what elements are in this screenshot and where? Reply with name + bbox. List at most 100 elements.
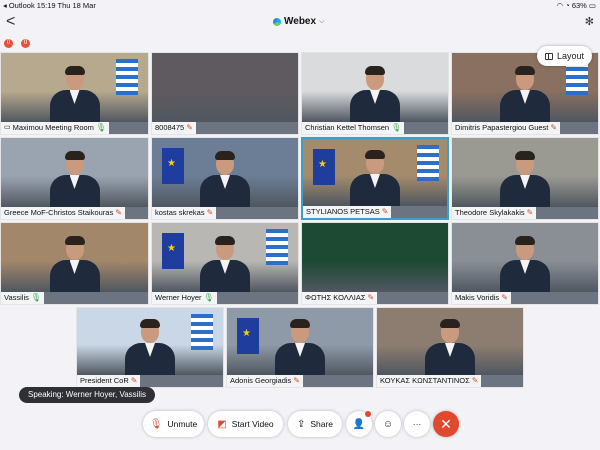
participant-video [423, 317, 477, 375]
end-call-button[interactable]: ✕ [433, 411, 459, 437]
participant-name: Christian Kettel Thomsen [305, 123, 390, 132]
notification-dot [365, 411, 371, 417]
battery-status: ◠ ◔ 63% ▭ [556, 1, 596, 10]
layout-grid-icon [544, 52, 553, 60]
eu-flag [162, 148, 184, 184]
participant-tile[interactable]: Theodore Skylakakis ✎ [451, 137, 599, 220]
participant-name: STYLIANOS PETSAS [306, 207, 380, 216]
participant-name-label: STYLIANOS PETSAS ✎ [303, 206, 392, 218]
unmute-button[interactable]: 🎙 Unmute [143, 411, 204, 437]
participant-name: Werner Hoyer [155, 293, 202, 302]
share-icon: ⇪ [296, 418, 306, 430]
webex-logo-icon [273, 17, 281, 26]
participant-video [198, 149, 252, 207]
participant-video [48, 64, 102, 122]
smiley-icon: ☺ [382, 418, 394, 430]
participant-name-label: Greece MoF-Christos Staikouras ✎ [1, 207, 125, 219]
mic-muted-icon: ✎ [293, 376, 300, 385]
eu-flag [162, 233, 184, 269]
participant-name: Greece MoF-Christos Staikouras [4, 208, 114, 217]
mic-muted-icon: ✎ [381, 207, 389, 216]
more-button[interactable]: ··· [404, 411, 430, 437]
participant-video [498, 234, 552, 292]
share-button[interactable]: ⇪ Share [288, 411, 342, 437]
mic-muted-icon: ✎ [206, 208, 214, 217]
start-video-button[interactable]: ◩ Start Video [208, 411, 283, 437]
status-left: ◂ Outlook 15:19 Thu 18 Mar [3, 1, 96, 10]
participant-name-label: ΚΟΥΚΑΣ ΚΩΝΣΤΑΝΤΙΝΟΣ ✎ [377, 375, 482, 387]
mic-muted-icon: ✎ [130, 376, 138, 385]
back-chevron-icon[interactable]: < [6, 13, 15, 31]
participant-tile[interactable]: kostas skrekas✎ [151, 137, 299, 220]
layout-label: Layout [556, 51, 585, 61]
top-bar: < Webex ⌵ ✻ [0, 11, 600, 35]
muted-mic-icon: 🎙 [149, 418, 163, 430]
unmute-label: Unmute [167, 419, 198, 429]
active-speaker-banner: Speaking: Werner Hoyer, Vassilis [19, 387, 155, 403]
participant-name-label: ΦΩΤΗΣ ΚΟΛΛΙΑΣ ✎ [302, 292, 378, 304]
participants-icon: 👤 [352, 418, 366, 430]
participants-button[interactable]: 👤 [346, 411, 372, 437]
participant-name: ΦΩΤΗΣ ΚΟΛΛΙΑΣ [305, 293, 366, 302]
participant-video [123, 317, 177, 375]
start-video-label: Start Video [231, 419, 274, 429]
mic-muted-icon: ✎ [550, 123, 558, 132]
reactions-button[interactable]: ☺ [375, 411, 401, 437]
video-feed [302, 223, 448, 292]
participant-name-label: Dimitris Papastergiou Guest ✎ [452, 122, 561, 134]
participant-name-label: kostas skrekas ✎ [152, 207, 217, 219]
participant-video [48, 234, 102, 292]
participant-name: 8008475 [155, 123, 185, 132]
participant-tile[interactable]: Vassilis 🎙 [0, 222, 149, 305]
participant-video [498, 64, 552, 122]
mic-on-icon: 🎙 [30, 293, 42, 302]
participant-video [348, 148, 402, 206]
layout-button[interactable]: Layout [537, 46, 592, 66]
participant-tile[interactable]: Adonis Georgiadis✎ [226, 307, 374, 388]
participant-name-label: Werner Hoyer 🎙 [152, 292, 217, 304]
participant-name: Adonis Georgiadis [230, 376, 292, 385]
participant-name: Makis Voridis [455, 293, 500, 302]
status-bar: ◂ Outlook 15:19 Thu 18 Mar ◠ ◔ 63% ▭ [0, 0, 600, 11]
participant-tile[interactable]: Werner Hoyer🎙 [151, 222, 299, 305]
participant-name-label: Adonis Georgiadis ✎ [227, 375, 303, 387]
participant-name: ΚΟΥΚΑΣ ΚΩΝΣΤΑΝΤΙΝΟΣ [380, 376, 470, 385]
participant-video [198, 234, 252, 292]
alert-badge-1[interactable]: 0 [4, 39, 13, 48]
mic-muted-icon: ✎ [115, 208, 122, 217]
participant-tile[interactable]: ▭ Maximou Meeting Room 🎙 [0, 52, 149, 135]
participant-tile[interactable]: ΚΟΥΚΑΣ ΚΩΝΣΤΑΝΤΙΝΟΣ ✎ [376, 307, 524, 388]
close-icon: ✕ [440, 415, 452, 432]
participant-name: Maximou Meeting Room [12, 123, 94, 132]
alert-badge-2[interactable]: 0 [21, 39, 30, 48]
participant-name: Theodore Skylakakis [455, 208, 525, 217]
participant-name-label: President CoR ✎ [77, 375, 141, 387]
mic-muted-icon: ✎ [471, 376, 479, 385]
room-device-icon: ▭ [4, 124, 11, 131]
greek-flag [266, 229, 288, 265]
participant-tile[interactable]: ΦΩΤΗΣ ΚΟΛΛΙΑΣ ✎ [301, 222, 449, 305]
mic-on-icon: 🎙 [95, 123, 107, 132]
participant-tile[interactable]: Greece MoF-Christos Staikouras ✎ [0, 137, 149, 220]
participant-video [273, 317, 327, 375]
participant-tile[interactable]: STYLIANOS PETSAS✎ [301, 137, 449, 220]
participant-name-label: ▭ Maximou Meeting Room 🎙 [1, 122, 110, 134]
video-feed [152, 53, 298, 122]
share-label: Share [310, 419, 334, 429]
app-title: Webex [284, 16, 317, 27]
participant-name: kostas skrekas [155, 208, 205, 217]
mic-on-icon: 🎙 [203, 293, 214, 302]
participant-tile[interactable]: President CoR ✎ [76, 307, 224, 388]
participant-tile[interactable]: Christian Kettel Thomsen 🎙 [301, 52, 449, 135]
participant-name: President CoR [80, 376, 129, 385]
participant-name: Dimitris Papastergiou Guest [455, 123, 549, 132]
bluetooth-icon[interactable]: ✻ [585, 15, 594, 28]
mic-muted-icon: ✎ [186, 123, 193, 132]
participant-name-label: Vassilis 🎙 [1, 292, 45, 304]
meeting-title[interactable]: Webex ⌵ [273, 16, 324, 27]
greek-flag [191, 314, 213, 350]
participant-name-label: Makis Voridis ✎ [452, 292, 511, 304]
participant-video [498, 149, 552, 207]
participant-tile[interactable]: 8008475 ✎ [151, 52, 299, 135]
participant-tile[interactable]: Makis Voridis ✎ [451, 222, 599, 305]
